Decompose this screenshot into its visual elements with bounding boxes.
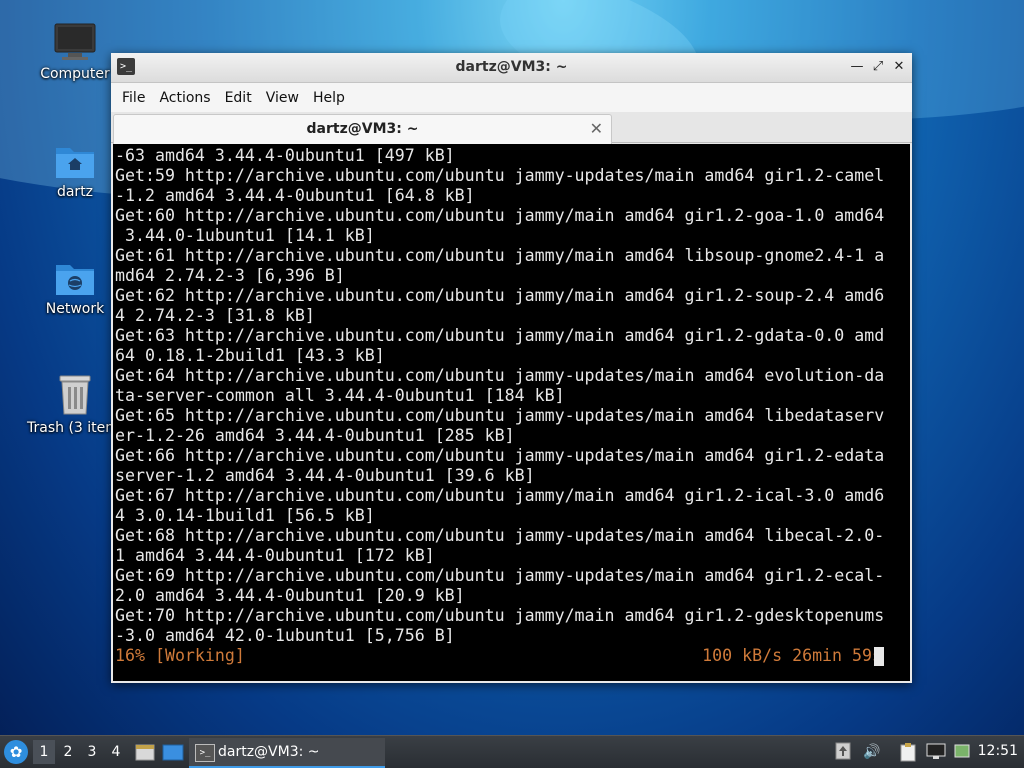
power-icon bbox=[954, 744, 970, 758]
window-title: dartz@VM3: ~ bbox=[455, 59, 568, 75]
home-folder-icon bbox=[56, 148, 94, 178]
desktop-icon-label: dartz bbox=[56, 184, 94, 200]
show-desktop-launcher[interactable] bbox=[162, 741, 184, 763]
progress-speed-eta: 100 kB/s 26min 59s bbox=[702, 646, 882, 665]
apt-progress-line: 16% [Working] 100 kB/s 26min 59s bbox=[115, 646, 910, 666]
progress-status: 16% [Working] bbox=[115, 646, 245, 665]
close-icon: ✕ bbox=[893, 59, 905, 74]
close-button[interactable]: ✕ bbox=[890, 58, 908, 76]
tab-label: dartz@VM3: ~ bbox=[306, 121, 419, 137]
restore-icon: ⤢ bbox=[872, 59, 884, 74]
workspace-4[interactable]: 4 bbox=[105, 740, 127, 764]
network-icon bbox=[926, 743, 946, 759]
tray-battery[interactable] bbox=[953, 742, 973, 762]
menu-actions[interactable]: Actions bbox=[152, 90, 217, 106]
menu-help[interactable]: Help bbox=[306, 90, 352, 106]
desktop-icon-network[interactable]: Network bbox=[27, 257, 123, 317]
terminal-output[interactable]: -63 amd64 3.44.4-0ubuntu1 [497 kB] Get:5… bbox=[113, 144, 910, 681]
start-menu-button[interactable]: ✿ bbox=[4, 740, 28, 764]
tray-network[interactable] bbox=[926, 742, 946, 762]
terminal-text: -63 amd64 3.44.4-0ubuntu1 [497 kB] Get:5… bbox=[115, 146, 885, 645]
minimize-button[interactable]: — bbox=[848, 58, 866, 76]
clipboard-icon bbox=[900, 743, 916, 762]
tab-terminal[interactable]: dartz@VM3: ~ ✕ bbox=[113, 114, 612, 144]
taskbar: ✿ 1 2 3 4 >_ dartz@VM3: ~ 🔊 12:51 bbox=[0, 735, 1024, 768]
desktop-icon-computer[interactable]: Computer bbox=[27, 22, 123, 82]
workspace-2[interactable]: 2 bbox=[57, 740, 79, 764]
desktop-icon-home[interactable]: dartz bbox=[27, 140, 123, 200]
tray-updates[interactable] bbox=[833, 742, 853, 762]
taskbar-task-terminal[interactable]: >_ dartz@VM3: ~ bbox=[189, 738, 385, 768]
computer-icon bbox=[54, 23, 96, 60]
maximize-button[interactable]: ⤢ bbox=[869, 58, 887, 76]
update-icon bbox=[835, 742, 851, 760]
tab-close-icon[interactable]: ✕ bbox=[590, 119, 603, 138]
task-label: dartz@VM3: ~ bbox=[218, 744, 320, 760]
menu-edit[interactable]: Edit bbox=[218, 90, 259, 106]
menu-bar: File Actions Edit View Help bbox=[111, 83, 912, 112]
file-manager-launcher[interactable] bbox=[134, 741, 156, 763]
tray-volume[interactable]: 🔊 bbox=[862, 742, 882, 762]
app-menu-icon: ✿ bbox=[9, 743, 23, 761]
network-folder-icon bbox=[56, 265, 94, 295]
terminal-window[interactable]: >_ dartz@VM3: ~ — ⤢ ✕ File Actions Edit … bbox=[111, 53, 912, 683]
workspace-1[interactable]: 1 bbox=[33, 740, 55, 764]
desktop-icon-label: Network bbox=[45, 301, 105, 317]
clock[interactable]: 12:51 bbox=[978, 743, 1018, 759]
volume-icon: 🔊 bbox=[863, 744, 881, 760]
desktop-icon-label: Computer bbox=[40, 66, 110, 82]
window-titlebar[interactable]: >_ dartz@VM3: ~ — ⤢ ✕ bbox=[111, 53, 912, 83]
menu-view[interactable]: View bbox=[259, 90, 306, 106]
text-cursor bbox=[874, 647, 884, 666]
workspace-3[interactable]: 3 bbox=[81, 740, 103, 764]
trash-icon bbox=[59, 375, 91, 415]
show-desktop-icon bbox=[162, 744, 184, 761]
menu-file[interactable]: File bbox=[115, 90, 152, 106]
minimize-icon: — bbox=[850, 59, 864, 74]
tray-clipboard[interactable] bbox=[898, 742, 918, 762]
tab-bar: dartz@VM3: ~ ✕ bbox=[111, 112, 912, 144]
terminal-icon: >_ bbox=[195, 744, 215, 762]
file-manager-icon bbox=[135, 744, 155, 761]
desktop-icon-trash[interactable]: Trash (3 items) bbox=[27, 372, 132, 436]
desktop-icon-label: Trash (3 items) bbox=[27, 420, 132, 436]
